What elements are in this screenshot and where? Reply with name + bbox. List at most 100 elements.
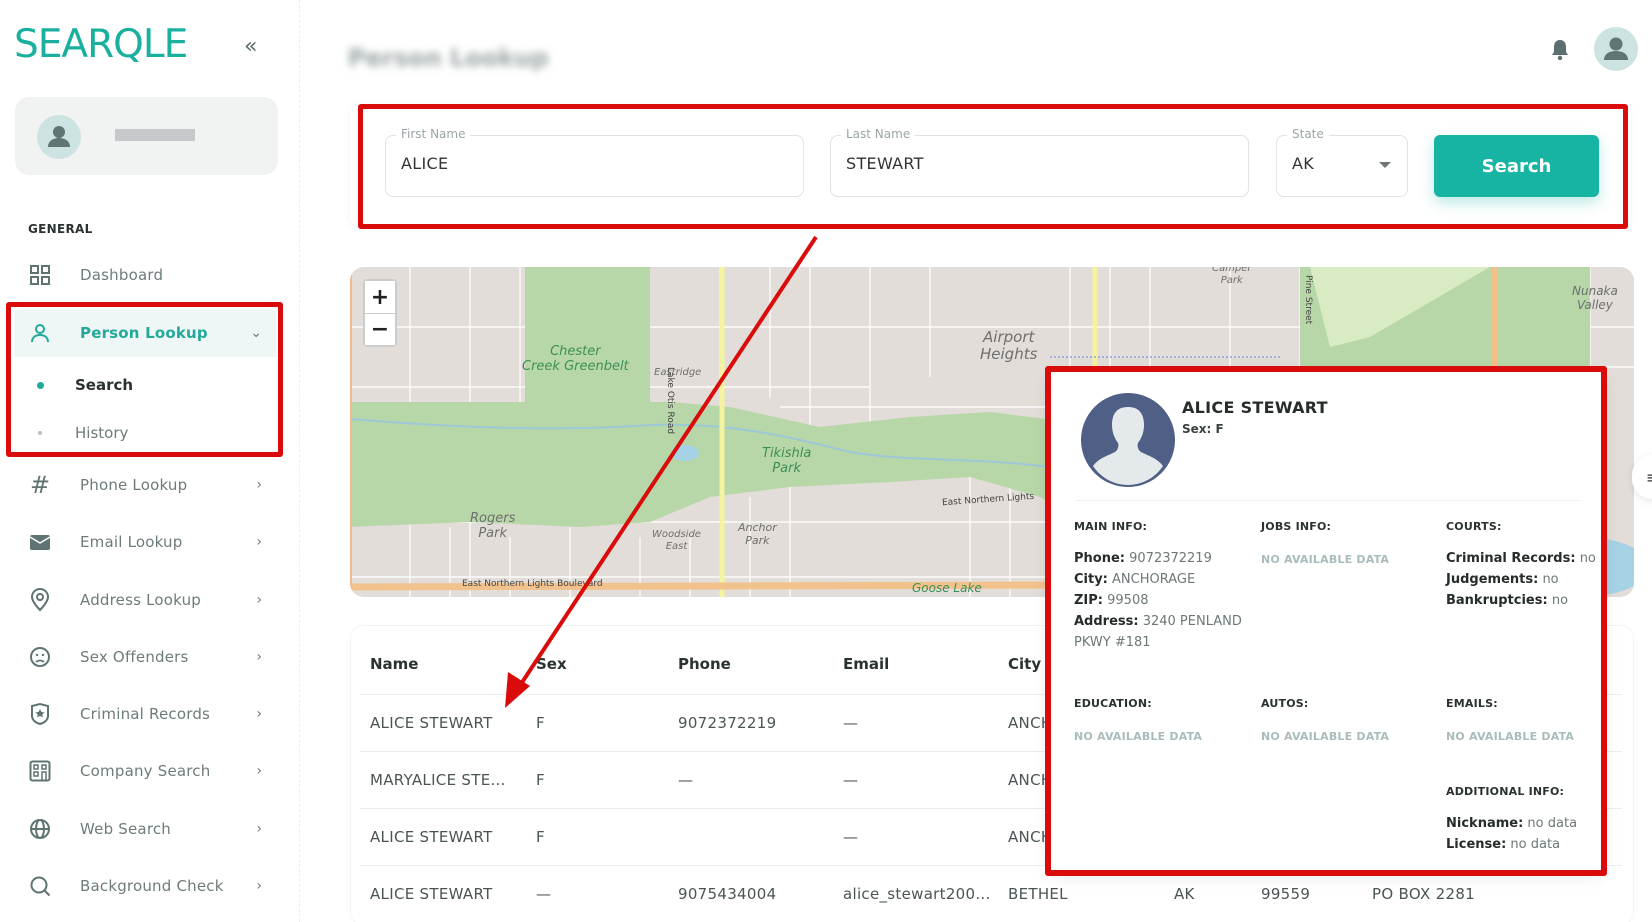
cell-address: PO BOX 2281 (1372, 885, 1476, 903)
person-icon (28, 321, 52, 345)
column-header-name[interactable]: Name (370, 655, 418, 673)
sidebar-item-phone-lookup[interactable]: # Phone Lookup › (14, 463, 276, 507)
sidebar-item-criminal-records[interactable]: Criminal Records › (14, 692, 276, 736)
education-heading: EDUCATION: (1074, 697, 1152, 710)
last-name-field[interactable]: Last Name (830, 127, 1249, 197)
cell-name: ALICE STEWART (370, 885, 493, 903)
person-detail-popup: ALICE STEWART Sex: F MAIN INFO: Phone: 9… (1051, 372, 1601, 870)
autos-value: NO AVAILABLE DATA (1261, 730, 1390, 743)
main-info-block: Phone: 9072372219 City: ANCHORAGE ZIP: 9… (1074, 548, 1254, 653)
logo[interactable]: SEARQLE (14, 22, 188, 67)
jobs-info-heading: JOBS INFO: (1261, 520, 1332, 533)
list-handle-icon: ≡ (1646, 468, 1652, 487)
dropdown-caret-icon (1379, 162, 1391, 168)
bankruptcies-label: Bankruptcies: (1446, 593, 1548, 608)
section-label-general: GENERAL (28, 222, 93, 236)
map-label-chester: Chester Creek Greenbelt (522, 344, 629, 374)
search-button[interactable]: Search (1434, 135, 1599, 197)
sidebar-item-label: Phone Lookup (80, 476, 188, 494)
nickname-line: Nickname: no data (1446, 813, 1606, 834)
bell-icon (1552, 40, 1568, 61)
magnifier-icon (28, 874, 52, 898)
additional-info-heading: ADDITIONAL INFO: (1446, 785, 1565, 798)
sidebar-item-label: Dashboard (80, 266, 164, 284)
sidebar-item-web-search[interactable]: Web Search › (14, 807, 276, 851)
map-label-anchor: Anchor Park (738, 521, 777, 547)
sidebar-item-background-check[interactable]: Background Check › (14, 864, 276, 908)
additional-info-block: Nickname: no data License: no data (1446, 813, 1606, 855)
license-value: no data (1510, 837, 1561, 852)
building-icon (28, 759, 52, 783)
phone-value: 9072372219 (1129, 551, 1212, 566)
column-header-phone[interactable]: Phone (678, 655, 731, 673)
last-name-input[interactable] (846, 154, 1180, 173)
nickname-value: no data (1527, 816, 1578, 831)
grid-icon (28, 263, 52, 287)
sidebar-item-address-lookup[interactable]: Address Lookup › (14, 578, 276, 622)
first-name-field[interactable]: First Name (385, 127, 804, 197)
map-label-woodside: Woodside East (652, 529, 701, 552)
cell-name: ALICE STEWART (370, 714, 493, 732)
zoom-in-button[interactable]: + (365, 281, 395, 313)
chevron-right-icon: › (256, 706, 262, 722)
zip-value: 99508 (1107, 593, 1149, 608)
cell-email: — (843, 714, 859, 732)
first-name-label: First Name (396, 127, 471, 141)
zoom-out-button[interactable]: − (365, 313, 395, 345)
bullet-icon (38, 431, 42, 435)
person-sex: Sex: F (1182, 422, 1224, 436)
judgements-line: Judgements: no (1446, 569, 1606, 590)
profile-avatar[interactable] (1594, 27, 1638, 71)
collapse-sidebar-button[interactable]: « (244, 34, 257, 59)
sidebar-item-sex-offenders[interactable]: Sex Offenders › (14, 635, 276, 679)
phone-line: Phone: 9072372219 (1074, 548, 1254, 569)
map-label-tikishla: Tikishla Park (762, 446, 812, 476)
city-line: City: ANCHORAGE (1074, 569, 1254, 590)
column-header-email[interactable]: Email (843, 655, 889, 673)
person-icon (48, 126, 70, 147)
license-line: License: no data (1446, 834, 1606, 855)
address-line: Address: 3240 PENLAND PKWY #181 (1074, 611, 1254, 653)
sidebar-item-label: Sex Offenders (80, 648, 189, 666)
bullet-icon (37, 381, 44, 389)
cell-email: alice_stewart200... (843, 885, 991, 903)
divider (1076, 500, 1581, 501)
criminal-records-line: Criminal Records: no (1446, 548, 1606, 569)
cell-name: MARYALICE STE... (370, 771, 506, 789)
double-chevron-left-icon: « (244, 34, 258, 59)
map-label-camper: Camper Park (1212, 267, 1252, 286)
judgements-value: no (1542, 572, 1559, 587)
state-label: State (1287, 127, 1329, 141)
column-header-sex[interactable]: Sex (536, 655, 567, 673)
sidebar-subitem-search[interactable]: Search (14, 365, 276, 405)
first-name-input[interactable] (401, 154, 735, 173)
username-placeholder (115, 129, 195, 141)
cell-phone: — (678, 771, 694, 789)
user-card[interactable] (15, 97, 278, 175)
criminal-label: Criminal Records: (1446, 551, 1576, 566)
sidebar-subitem-history[interactable]: History (14, 413, 276, 453)
cell-sex: — (536, 885, 552, 903)
bankruptcies-value: no (1551, 593, 1569, 608)
hash-icon: # (29, 471, 51, 499)
notifications-button[interactable] (1549, 38, 1571, 62)
city-value: ANCHORAGE (1112, 572, 1196, 587)
map-label-nunaka: Nunaka Valley (1572, 284, 1618, 312)
zip-line: ZIP: 99508 (1074, 590, 1254, 611)
badge-star-icon (28, 702, 52, 726)
sidebar-item-company-search[interactable]: Company Search › (14, 749, 276, 793)
map-zoom-control: + − (363, 279, 397, 347)
envelope-icon (28, 530, 52, 554)
chevron-right-icon: › (256, 878, 262, 894)
sidebar-item-email-lookup[interactable]: Email Lookup › (14, 520, 276, 564)
map-label-goose-lake: Goose Lake (912, 581, 982, 595)
map-label-airport: Airport Heights (980, 328, 1038, 364)
sidebar-item-dashboard[interactable]: Dashboard (14, 253, 276, 297)
sidebar-item-person-lookup[interactable]: Person Lookup ⌄ (14, 309, 276, 357)
globe-icon (28, 817, 52, 841)
last-name-label: Last Name (841, 127, 916, 141)
silhouette-icon (1093, 407, 1163, 485)
side-panel-handle[interactable]: ≡ (1632, 455, 1652, 499)
column-header-city[interactable]: City (1008, 655, 1041, 673)
state-select[interactable]: State (1276, 127, 1408, 197)
